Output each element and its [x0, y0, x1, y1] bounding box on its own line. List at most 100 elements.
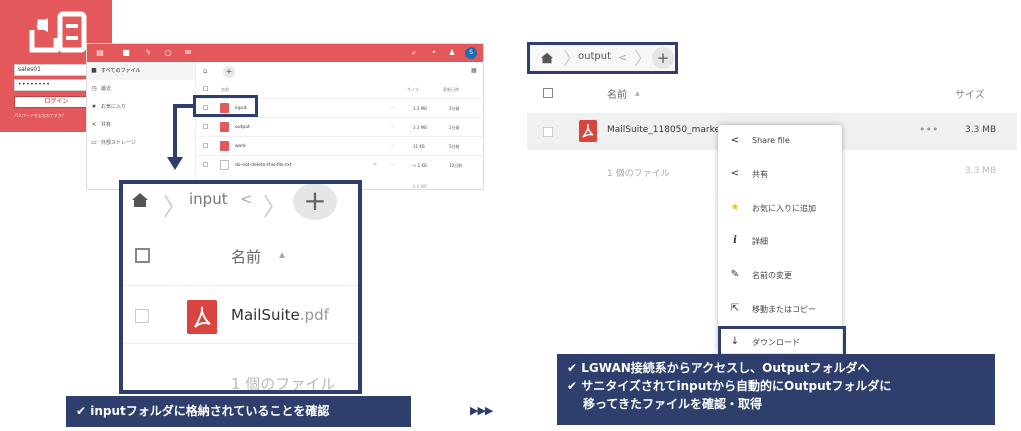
avatar[interactable]: S — [465, 47, 477, 59]
sidebar-item-external-storage[interactable]: ▭ 外部ストレージ — [87, 134, 195, 152]
table-header: 名前 ▲ サイズ — [527, 74, 1017, 114]
search-icon[interactable]: ⌕ — [409, 48, 419, 58]
grid-view-icon[interactable]: ▦ — [471, 67, 477, 74]
star-icon: ★ — [91, 103, 97, 110]
file-size: 3.3 MB — [413, 125, 427, 130]
down-arrow-icon — [167, 157, 183, 170]
summary-size: 6.6 MB — [413, 184, 427, 189]
file-list: ⌂ + ▦ 名前 サイズ 更新日時 input ··· 3.3 MB 2分前 o… — [197, 62, 483, 189]
connector-line — [173, 104, 177, 160]
activity-icon[interactable]: ϟ — [143, 48, 153, 58]
row-checkbox[interactable] — [543, 127, 553, 137]
pdf-icon — [579, 120, 597, 142]
file-count: 1 個のファイル — [607, 169, 670, 179]
sidebar-item-shares[interactable]: < 共有 — [87, 116, 195, 134]
column-header-modified[interactable]: 更新日時 — [443, 87, 459, 93]
sidebar-item-label: 外部ストレージ — [101, 140, 136, 146]
sidebar-item-label: お気に入り — [101, 104, 127, 110]
file-size: 31 KB — [413, 144, 425, 149]
contacts-icon[interactable]: ♟ — [447, 48, 457, 58]
row-checkbox[interactable] — [203, 162, 208, 167]
file-name[interactable]: work — [235, 137, 246, 156]
file-name[interactable]: MailSuite_118050_marke — [607, 125, 720, 135]
folder-icon — [220, 141, 229, 151]
column-header-name[interactable]: 名前 — [231, 246, 261, 267]
menu-item-details[interactable]: i 詳細 — [718, 225, 842, 258]
share-icon[interactable]: < — [618, 51, 627, 64]
row-checkbox[interactable] — [135, 309, 149, 323]
table-row[interactable]: work ··· 31 KB 5分前 — [197, 136, 483, 156]
table-header: 名前 ▲ — [123, 234, 358, 286]
column-header-size[interactable]: サイズ — [955, 86, 985, 101]
add-button[interactable]: + — [293, 184, 337, 220]
more-icon[interactable]: ··· — [390, 156, 395, 175]
flow-arrows-icon: ▶▶▶ — [470, 404, 493, 417]
file-name-extension: .pdf — [299, 306, 329, 324]
input-folder-zoom: 〉 input < 〉 + 名前 ▲ MailSuite.pdf 1 個のファイ… — [119, 180, 362, 394]
menu-item-label: Share file — [752, 136, 790, 145]
select-all-checkbox[interactable] — [135, 248, 150, 263]
column-header-name[interactable]: 名前 — [221, 87, 229, 93]
menu-item-share-file[interactable]: < Share file — [718, 125, 842, 158]
row-checkbox[interactable] — [203, 143, 208, 148]
mail-icon[interactable]: ✉ — [183, 48, 193, 58]
menu-item-add-favorite[interactable]: ★ お気に入りに追加 — [718, 192, 842, 225]
menu-item-label: 詳細 — [752, 237, 768, 246]
file-size: 3.3 MB — [413, 106, 427, 111]
more-icon[interactable]: ··· — [390, 118, 395, 137]
share-icon[interactable]: < — [240, 190, 253, 208]
info-icon: i — [733, 235, 737, 246]
breadcrumb-input[interactable]: input — [189, 190, 228, 208]
folder-icon — [220, 122, 229, 132]
menu-item-share[interactable]: < 共有 — [718, 158, 842, 191]
folder-icon: ■ — [91, 67, 97, 74]
star-icon: ★ — [730, 202, 740, 213]
file-name[interactable]: output — [235, 118, 250, 137]
file-modified: 2分前 — [449, 125, 460, 130]
table-row[interactable]: MailSuite.pdf — [123, 286, 358, 344]
breadcrumb-output[interactable]: output — [578, 51, 611, 62]
column-header-name[interactable]: 名前 — [607, 86, 627, 101]
table-row[interactable]: output ··· 3.3 MB 2分前 — [197, 117, 483, 137]
caption-text: サニタイズされてinputから自動的にOutputフォルダに — [581, 379, 892, 393]
folder-icon[interactable]: ■ — [121, 48, 131, 58]
sort-up-icon[interactable]: ▲ — [279, 250, 285, 259]
more-icon[interactable]: ··· — [390, 99, 395, 118]
file-name[interactable]: do-not-delete-this-file.txt — [235, 156, 291, 175]
select-all-checkbox[interactable] — [543, 88, 553, 98]
sidebar-item-label: 共有 — [101, 122, 112, 128]
file-icon — [220, 160, 229, 170]
home-icon[interactable] — [540, 52, 554, 64]
menu-item-move-copy[interactable]: ⇱ 移動またはコピー — [718, 293, 842, 326]
table-row[interactable]: do-not-delete-this-file.txt < ··· < 1 KB… — [197, 155, 483, 175]
more-icon[interactable]: ··· — [390, 137, 395, 156]
column-header-size[interactable]: サイズ — [407, 87, 419, 93]
file-name[interactable]: MailSuite.pdf — [231, 306, 329, 324]
select-all-checkbox[interactable] — [203, 86, 208, 91]
sidebar-item-recent[interactable]: ◷ 最近 — [87, 80, 195, 98]
file-size: < 1 KB — [413, 163, 427, 168]
home-icon[interactable]: ⌂ — [203, 67, 207, 75]
sidebar-item-all-files[interactable]: ■ すべてのファイル — [87, 62, 195, 80]
input-row-highlight — [193, 95, 258, 117]
add-button[interactable]: + — [223, 66, 235, 78]
caption-right: ✔ LGWAN接続系からアクセスし、Outputフォルダへ ✔ サニタイズされて… — [557, 354, 995, 425]
row-checkbox[interactable] — [203, 124, 208, 129]
search-icon[interactable]: ○ — [163, 48, 173, 58]
sidebar: ■ すべてのファイル ◷ 最近 ★ お気に入り < 共有 ▭ 外部ストレージ — [87, 62, 196, 189]
sort-up-icon[interactable]: ▲ — [635, 90, 640, 97]
bell-icon[interactable]: • — [429, 48, 439, 58]
app-logo-icon[interactable]: ▤ — [91, 48, 109, 58]
caption-left: ✔ inputフォルダに格納されていることを確認 — [66, 396, 411, 427]
add-button[interactable]: + — [652, 47, 674, 69]
home-icon[interactable] — [131, 192, 149, 208]
file-context-menu: < Share file < 共有 ★ お気に入りに追加 i 詳細 ✎ 名前の変… — [718, 125, 842, 353]
share-icon[interactable]: < — [373, 156, 377, 175]
share-icon: < — [730, 168, 740, 179]
menu-item-rename[interactable]: ✎ 名前の変更 — [718, 259, 842, 292]
download-highlight — [718, 326, 846, 357]
caption-line: ✔ LGWAN接続系からアクセスし、Outputフォルダへ — [567, 359, 985, 377]
menu-item-label: 移動またはコピー — [752, 305, 816, 314]
more-icon[interactable]: ••• — [919, 123, 938, 136]
sidebar-item-label: すべてのファイル — [101, 68, 141, 74]
